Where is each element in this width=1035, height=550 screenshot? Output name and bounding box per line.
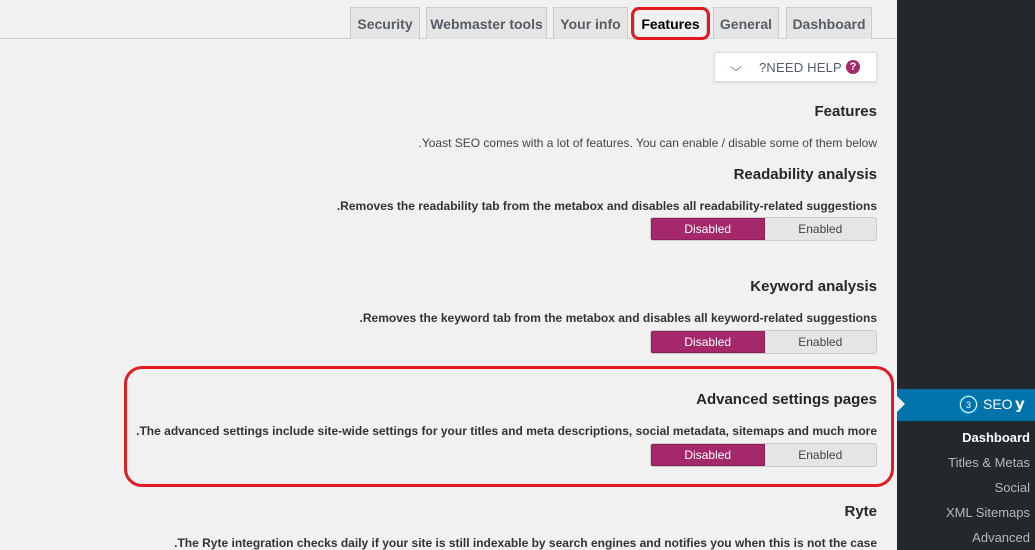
tab-security[interactable]: Security [350, 7, 420, 39]
feature-title-advanced: Advanced settings pages [696, 391, 877, 408]
option-disabled[interactable]: Disabled [651, 331, 765, 353]
option-disabled[interactable]: Disabled [651, 444, 765, 466]
tab-general[interactable]: General [713, 7, 779, 39]
toggle-keyword: Disabled Enabled [650, 330, 877, 354]
sidebar-item-social[interactable]: Social [995, 480, 1030, 495]
feature-desc-keyword: .Removes the keyword tab from the metabo… [359, 311, 877, 325]
option-enabled[interactable]: Enabled [765, 444, 877, 466]
tab-your-info[interactable]: Your info [553, 7, 628, 39]
feature-title-ryte: Ryte [844, 503, 877, 520]
yoast-logo-icon: y [1015, 395, 1025, 413]
sidebar-item-titles-metas[interactable]: Titles & Metas [948, 455, 1030, 470]
admin-sidebar: 3 SEO y Dashboard Titles & Metas Social … [897, 0, 1035, 550]
tab-features[interactable]: Features [634, 7, 707, 40]
tab-dashboard[interactable]: Dashboard [786, 7, 872, 39]
current-menu-arrow [897, 396, 905, 412]
need-help-button[interactable]: ⌵ ?NEED HELP ? [714, 52, 877, 82]
sidebar-item-dashboard[interactable]: Dashboard [962, 430, 1030, 445]
page-intro: .Yoast SEO comes with a lot of features.… [418, 136, 878, 150]
question-icon: ? [846, 60, 860, 74]
sidebar-seo-label: SEO [983, 396, 1013, 412]
tab-webmaster-tools[interactable]: Webmaster tools [426, 7, 547, 39]
option-enabled[interactable]: Enabled [765, 218, 877, 240]
toggle-advanced: Disabled Enabled [650, 443, 877, 467]
sidebar-item-advanced[interactable]: Advanced [972, 530, 1030, 545]
feature-desc-ryte: .The Ryte integration checks daily if yo… [174, 536, 877, 550]
page-title: Features [814, 103, 877, 120]
chevron-down-icon: ⌵ [730, 59, 742, 74]
feature-title-keyword: Keyword analysis [750, 278, 877, 295]
option-enabled[interactable]: Enabled [765, 331, 877, 353]
option-disabled[interactable]: Disabled [651, 218, 765, 240]
sidebar-item-xml-sitemaps[interactable]: XML Sitemaps [946, 505, 1030, 520]
feature-desc-readability: .Removes the readability tab from the me… [336, 199, 877, 213]
toggle-readability: Disabled Enabled [650, 217, 877, 241]
feature-desc-advanced: .The advanced settings include site-wide… [136, 424, 877, 438]
notification-badge: 3 [960, 396, 977, 413]
feature-title-readability: Readability analysis [733, 166, 877, 183]
need-help-label: ?NEED HELP [759, 59, 842, 75]
